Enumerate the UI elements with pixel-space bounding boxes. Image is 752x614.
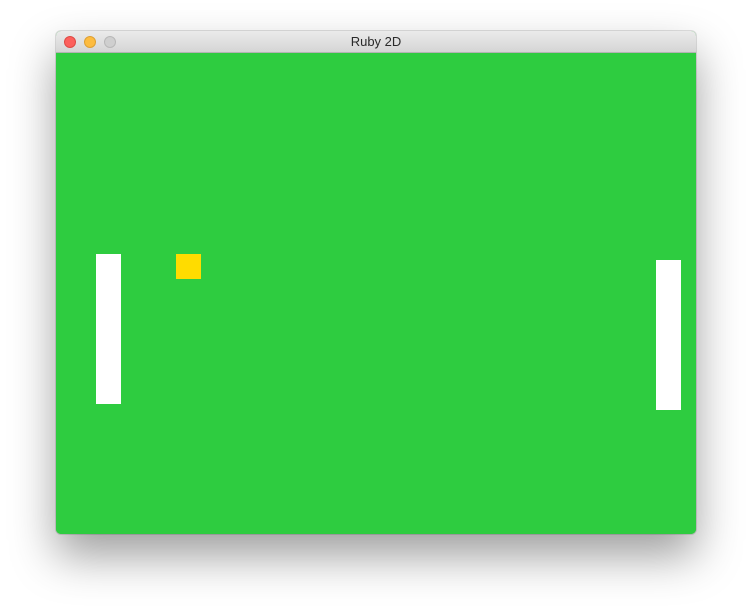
ball [176,254,201,279]
game-canvas[interactable] [56,53,696,534]
right-paddle [656,260,681,410]
title-bar[interactable]: Ruby 2D [56,31,696,53]
app-window: Ruby 2D [56,31,696,534]
window-title: Ruby 2D [350,34,402,49]
left-paddle [96,254,121,404]
